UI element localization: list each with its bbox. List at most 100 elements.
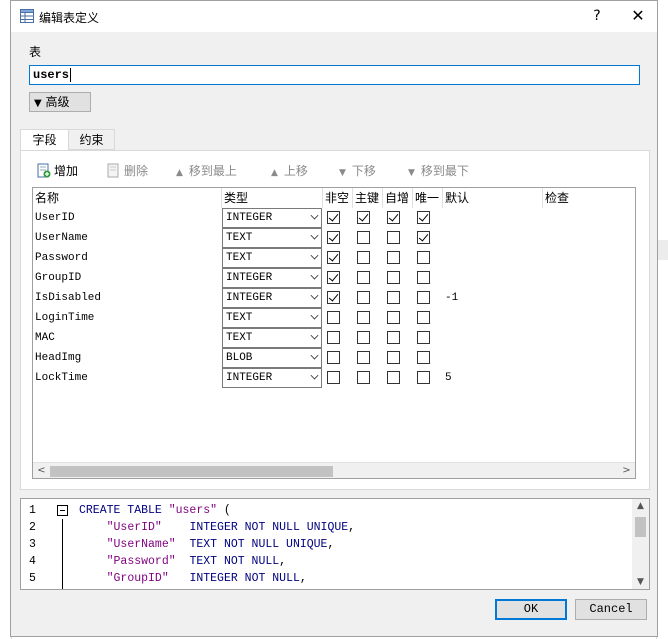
col-autoinc-header[interactable]: 自增 (383, 188, 413, 208)
pk-checkbox[interactable] (357, 211, 370, 224)
col-type-header[interactable]: 类型 (222, 188, 323, 208)
field-type-select[interactable]: TEXT (222, 248, 322, 268)
field-name[interactable]: HeadImg (33, 348, 222, 368)
field-type-select[interactable]: TEXT (222, 228, 322, 248)
table-row[interactable]: HeadImg BLOB (33, 348, 635, 368)
not-null-checkbox[interactable] (327, 351, 340, 364)
not-null-checkbox[interactable] (327, 211, 340, 224)
scroll-left-icon[interactable]: < (33, 465, 50, 476)
table-row[interactable]: GroupID INTEGER (33, 268, 635, 288)
field-check[interactable] (543, 348, 635, 368)
move-up-button[interactable]: ▲ 上移 (271, 161, 308, 181)
pk-checkbox[interactable] (357, 251, 370, 264)
field-check[interactable] (543, 228, 635, 248)
field-name[interactable]: GroupID (33, 268, 222, 288)
not-null-checkbox[interactable] (327, 371, 340, 384)
table-row[interactable]: LockTime INTEGER 5 (33, 368, 635, 388)
unique-checkbox[interactable] (417, 371, 430, 384)
field-type-select[interactable]: TEXT (222, 328, 322, 348)
field-type-select[interactable]: INTEGER (222, 208, 322, 228)
move-bottom-button[interactable]: ▼ 移到最下 (408, 161, 469, 181)
autoinc-checkbox[interactable] (387, 231, 400, 244)
autoinc-checkbox[interactable] (387, 211, 400, 224)
unique-checkbox[interactable] (417, 251, 430, 264)
field-name[interactable]: IsDisabled (33, 288, 222, 308)
scroll-up-icon[interactable]: ▲ (632, 501, 649, 511)
autoinc-checkbox[interactable] (387, 351, 400, 364)
field-name[interactable]: MAC (33, 328, 222, 348)
autoinc-checkbox[interactable] (387, 291, 400, 304)
cancel-button[interactable]: Cancel (575, 599, 647, 620)
col-pk-header[interactable]: 主键 (353, 188, 383, 208)
field-name[interactable]: UserID (33, 208, 222, 228)
horizontal-scrollbar[interactable]: < > (33, 462, 635, 478)
ok-button[interactable]: OK (495, 599, 567, 620)
unique-checkbox[interactable] (417, 351, 430, 364)
field-default[interactable]: 5 (443, 368, 543, 388)
field-default[interactable]: -1 (443, 288, 543, 308)
pk-checkbox[interactable] (357, 231, 370, 244)
pk-checkbox[interactable] (357, 371, 370, 384)
field-check[interactable] (543, 328, 635, 348)
field-name[interactable]: LockTime (33, 368, 222, 388)
unique-checkbox[interactable] (417, 211, 430, 224)
autoinc-checkbox[interactable] (387, 311, 400, 324)
field-check[interactable] (543, 248, 635, 268)
field-default[interactable] (443, 308, 543, 328)
unique-checkbox[interactable] (417, 231, 430, 244)
tab-constraints[interactable]: 约束 (69, 129, 115, 150)
move-down-button[interactable]: ▼ 下移 (339, 161, 376, 181)
field-default[interactable] (443, 268, 543, 288)
not-null-checkbox[interactable] (327, 331, 340, 344)
field-default[interactable] (443, 228, 543, 248)
col-name-header[interactable]: 名称 (33, 188, 222, 208)
pk-checkbox[interactable] (357, 331, 370, 344)
autoinc-checkbox[interactable] (387, 371, 400, 384)
tab-fields[interactable]: 字段 (20, 129, 69, 151)
not-null-checkbox[interactable] (327, 231, 340, 244)
table-row[interactable]: IsDisabled INTEGER -1 (33, 288, 635, 308)
autoinc-checkbox[interactable] (387, 331, 400, 344)
delete-field-button[interactable]: 删除 (106, 161, 148, 181)
vertical-scrollbar[interactable]: ▲ ▼ (632, 499, 649, 589)
unique-checkbox[interactable] (417, 271, 430, 284)
field-check[interactable] (543, 368, 635, 388)
vertical-scroll-thumb[interactable] (635, 517, 646, 537)
field-type-select[interactable]: BLOB (222, 348, 322, 368)
field-check[interactable] (543, 308, 635, 328)
field-default[interactable] (443, 328, 543, 348)
unique-checkbox[interactable] (417, 331, 430, 344)
autoinc-checkbox[interactable] (387, 251, 400, 264)
field-name[interactable]: Password (33, 248, 222, 268)
pk-checkbox[interactable] (357, 291, 370, 304)
field-default[interactable] (443, 248, 543, 268)
not-null-checkbox[interactable] (327, 311, 340, 324)
table-row[interactable]: UserID INTEGER (33, 208, 635, 228)
col-notnull-header[interactable]: 非空 (323, 188, 353, 208)
pk-checkbox[interactable] (357, 271, 370, 284)
unique-checkbox[interactable] (417, 311, 430, 324)
not-null-checkbox[interactable] (327, 291, 340, 304)
unique-checkbox[interactable] (417, 291, 430, 304)
sql-preview-editor[interactable]: 1 CREATE TABLE "users" (2 "UserID" INTEGE… (20, 498, 650, 590)
move-top-button[interactable]: ▲ 移到最上 (176, 161, 237, 181)
fold-minus-icon[interactable] (57, 505, 68, 516)
field-type-select[interactable]: TEXT (222, 308, 322, 328)
close-button[interactable]: ✕ (627, 6, 649, 26)
field-type-select[interactable]: INTEGER (222, 268, 322, 288)
col-default-header[interactable]: 默认 (443, 188, 543, 208)
col-unique-header[interactable]: 唯一 (413, 188, 443, 208)
horizontal-scroll-thumb[interactable] (50, 466, 333, 477)
table-row[interactable]: UserName TEXT (33, 228, 635, 248)
not-null-checkbox[interactable] (327, 271, 340, 284)
table-row[interactable]: Password TEXT (33, 248, 635, 268)
field-check[interactable] (543, 208, 635, 228)
field-type-select[interactable]: INTEGER (222, 288, 322, 308)
scroll-down-icon[interactable]: ▼ (632, 577, 649, 587)
field-type-select[interactable]: INTEGER (222, 368, 322, 388)
scroll-right-icon[interactable]: > (618, 465, 635, 476)
not-null-checkbox[interactable] (327, 251, 340, 264)
field-default[interactable] (443, 208, 543, 228)
col-check-header[interactable]: 检查 (543, 188, 635, 208)
field-check[interactable] (543, 288, 635, 308)
